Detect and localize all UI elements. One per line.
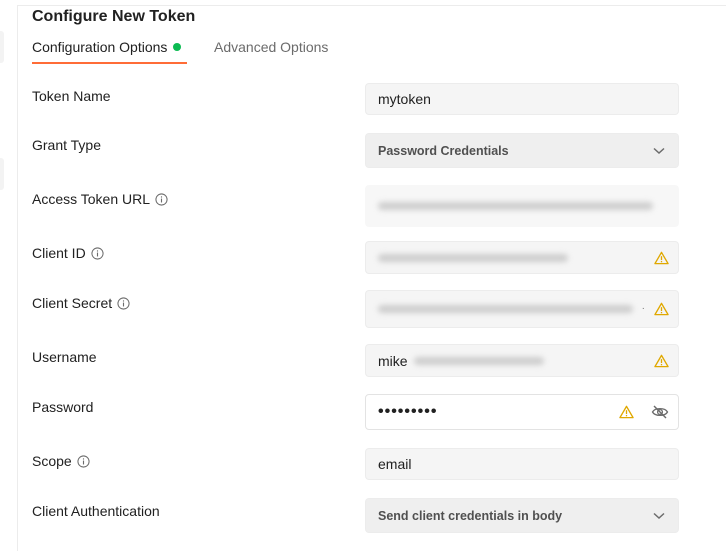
client-authentication-label: Client Authentication: [32, 503, 160, 519]
top-divider: [18, 5, 726, 6]
field-value: email: [378, 456, 412, 472]
token-name-label: Token Name: [32, 88, 111, 104]
overflow-indicator: ·: [641, 303, 645, 314]
token-name-input[interactable]: mytoken: [365, 83, 679, 115]
warning-icon[interactable]: [654, 251, 669, 265]
access-token-url-input[interactable]: [365, 185, 679, 227]
active-tab-indicator: [32, 62, 187, 64]
field-value: mike: [378, 352, 408, 369]
info-icon[interactable]: [91, 246, 104, 260]
grant-type-label: Grant Type: [32, 137, 101, 153]
redacted-value: [378, 305, 633, 313]
tab-configuration-options[interactable]: Configuration Options: [32, 39, 182, 55]
info-icon[interactable]: [117, 296, 130, 310]
label-text: Client Authentication: [32, 503, 160, 519]
client-id-label: Client ID: [32, 245, 104, 261]
info-icon[interactable]: [155, 192, 168, 206]
label-text: Username: [32, 349, 97, 365]
scope-label: Scope: [32, 453, 90, 469]
label-text: Client Secret: [32, 295, 113, 311]
client-authentication-select[interactable]: Send client credentials in body: [365, 498, 679, 533]
username-input[interactable]: mike: [365, 344, 679, 377]
password-input[interactable]: •••••••••: [365, 394, 679, 430]
label-text: Scope: [32, 453, 72, 469]
scope-input[interactable]: email: [365, 448, 679, 480]
status-dot: [173, 43, 182, 51]
client-secret-label: Client Secret: [32, 295, 130, 311]
label-text: Password: [32, 399, 94, 415]
tab-label: Advanced Options: [214, 39, 329, 55]
chevron-down-icon: [653, 147, 665, 154]
page-title: Configure New Token: [32, 8, 196, 25]
sidebar-divider: [17, 5, 18, 551]
redacted-value: [378, 202, 653, 210]
redacted-value: [378, 253, 568, 262]
access-token-url-label: Access Token URL: [32, 191, 168, 207]
chevron-down-icon: [653, 512, 665, 519]
field-value: Send client credentials in body: [378, 508, 563, 523]
sidebar-tab-stub[interactable]: [0, 158, 4, 190]
label-text: Client ID: [32, 245, 86, 261]
field-value: Password Credentials: [378, 143, 509, 158]
redacted-value: [413, 356, 544, 365]
warning-icon[interactable]: [654, 302, 669, 316]
tab-label: Configuration Options: [32, 39, 168, 55]
warning-icon[interactable]: [654, 354, 669, 368]
label-text: Access Token URL: [32, 191, 151, 207]
grant-type-select[interactable]: Password Credentials: [365, 133, 679, 168]
client-id-input[interactable]: [365, 241, 679, 274]
label-text: Grant Type: [32, 137, 102, 153]
sidebar-tab-stub[interactable]: [0, 31, 4, 63]
field-value: •••••••••: [378, 403, 438, 420]
eye-slash-icon[interactable]: [651, 404, 669, 420]
password-label: Password: [32, 399, 93, 415]
label-text: Token Name: [32, 88, 111, 104]
username-label: Username: [32, 349, 97, 365]
client-secret-input[interactable]: ·: [365, 290, 679, 328]
warning-icon[interactable]: [619, 405, 634, 419]
tab-advanced-options[interactable]: Advanced Options: [214, 39, 328, 55]
info-icon[interactable]: [77, 454, 90, 468]
field-value: mytoken: [378, 91, 431, 107]
